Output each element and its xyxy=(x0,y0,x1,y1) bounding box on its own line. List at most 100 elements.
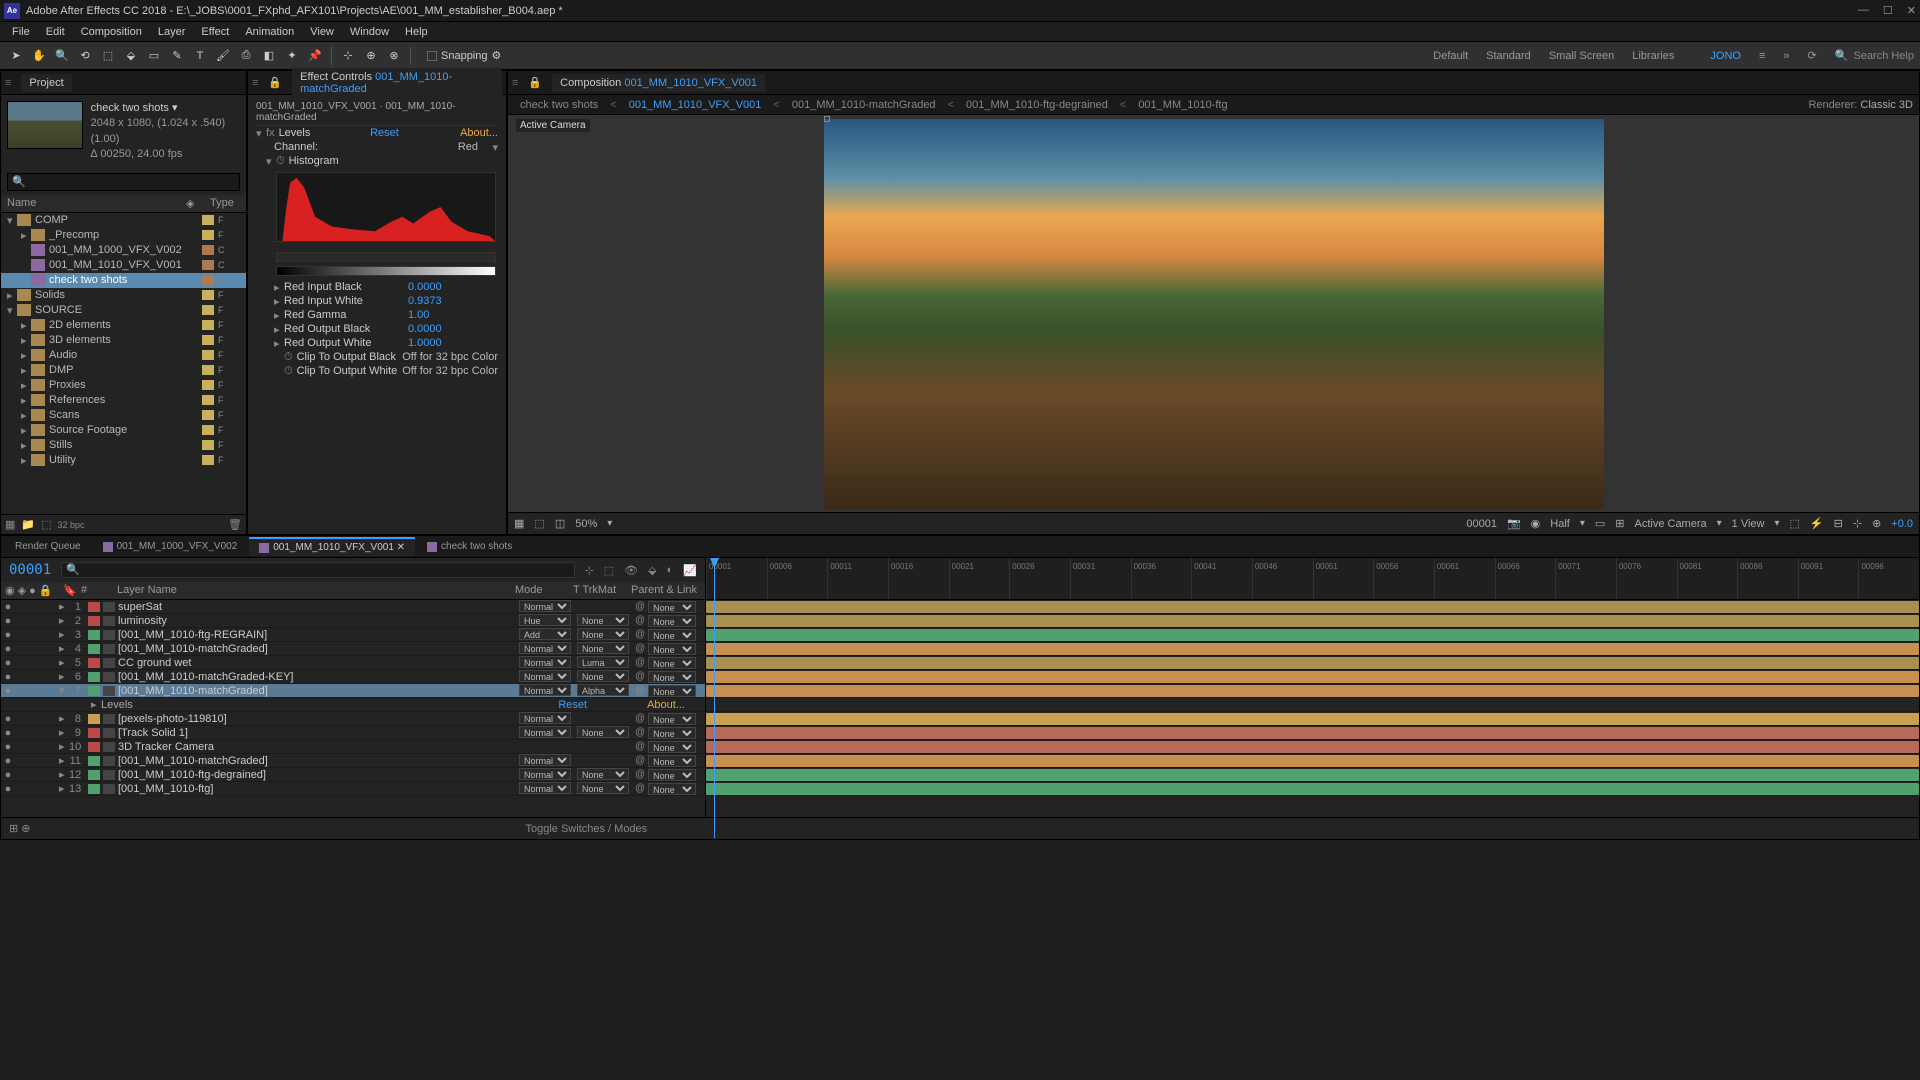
maximize-button[interactable]: ☐ xyxy=(1883,4,1893,17)
new-folder-icon[interactable]: 📁 xyxy=(21,518,35,531)
renderer-dropdown[interactable]: Classic 3D xyxy=(1860,99,1913,111)
pickwhip-icon[interactable]: @ xyxy=(635,783,645,794)
prop-value[interactable]: 0.0000 xyxy=(408,281,498,293)
canvas[interactable] xyxy=(824,119,1604,509)
camera-tool-icon[interactable]: ⬚ xyxy=(98,46,118,66)
project-item[interactable]: ▾COMPF xyxy=(1,213,246,228)
col-parent[interactable]: Parent & Link xyxy=(631,584,701,597)
panel-menu-icon[interactable]: ≡ xyxy=(252,77,258,89)
pan-behind-icon[interactable]: ⬙ xyxy=(121,46,141,66)
col-trkmat[interactable]: T TrkMat xyxy=(573,584,631,597)
visibility-icon[interactable]: ● xyxy=(1,769,15,781)
timeline-tab[interactable]: 001_MM_1010_VFX_V001 ✕ xyxy=(249,537,415,556)
shy-icon[interactable]: 👁 xyxy=(624,564,638,577)
fx-badge-icon[interactable]: fx xyxy=(266,127,275,139)
mode-dropdown[interactable]: Normal xyxy=(519,782,571,794)
layer-row[interactable]: ●▸1superSatNormal@None xyxy=(1,600,705,614)
menu-file[interactable]: File xyxy=(4,26,38,38)
selection-tool-icon[interactable]: ➤ xyxy=(6,46,26,66)
brush-tool-icon[interactable]: 🖌 xyxy=(213,46,233,66)
menu-animation[interactable]: Animation xyxy=(237,26,302,38)
timecode-display[interactable]: 00001 xyxy=(1466,518,1497,530)
workspace-default[interactable]: Default xyxy=(1433,50,1468,62)
project-item[interactable]: ▾SOURCEF xyxy=(1,303,246,318)
world-axis-icon[interactable]: ⊕ xyxy=(361,46,381,66)
layer-row[interactable]: ●▸8[pexels-photo-119810]Normal@None xyxy=(1,712,705,726)
project-item[interactable]: ▸ScansF xyxy=(1,408,246,423)
layer-row[interactable]: ●▸103D Tracker Camera@None xyxy=(1,740,705,754)
puppet-tool-icon[interactable]: 📌 xyxy=(305,46,325,66)
menu-effect[interactable]: Effect xyxy=(193,26,237,38)
trkmat-dropdown[interactable]: None xyxy=(577,768,629,780)
roi-icon[interactable]: ▭ xyxy=(1595,517,1605,530)
selected-comp-name[interactable]: check two shots ▾ xyxy=(91,101,240,116)
trkmat-dropdown[interactable]: None xyxy=(577,628,629,640)
visibility-icon[interactable]: ● xyxy=(1,685,15,697)
expand-props-icon[interactable]: ⊞ ⊕ xyxy=(9,822,31,835)
layer-row[interactable]: ●▸2luminosityHueNone@None xyxy=(1,614,705,628)
mode-dropdown[interactable]: Add xyxy=(519,628,571,640)
view-layout-dropdown[interactable]: 1 View xyxy=(1732,518,1765,530)
effect-about[interactable]: About... xyxy=(460,127,498,139)
layer-list[interactable]: ●▸1superSatNormal@None●▸2luminosityHueNo… xyxy=(1,600,706,817)
transparency-grid-icon[interactable]: ⬚ xyxy=(534,517,544,530)
visibility-icon[interactable]: ● xyxy=(1,629,15,641)
timeline-tab[interactable]: 001_MM_1000_VFX_V002 xyxy=(93,538,248,555)
search-help-input[interactable]: Search Help xyxy=(1853,50,1914,62)
text-tool-icon[interactable]: T xyxy=(190,46,210,66)
prop-dropdown[interactable]: Off for 32 bpc Color xyxy=(402,365,498,377)
orbit-tool-icon[interactable]: ⟲ xyxy=(75,46,95,66)
mask-icon[interactable]: ◫ xyxy=(555,517,565,530)
workspace-libraries[interactable]: Libraries xyxy=(1632,50,1674,62)
menu-edit[interactable]: Edit xyxy=(38,26,73,38)
stopwatch-icon[interactable]: ⏱ xyxy=(276,155,285,168)
pickwhip-icon[interactable]: @ xyxy=(635,685,645,696)
col-name[interactable]: Name xyxy=(7,197,186,210)
rect-tool-icon[interactable]: ▭ xyxy=(144,46,164,66)
menu-composition[interactable]: Composition xyxy=(73,26,150,38)
expand-panel-icon[interactable]: » xyxy=(1783,50,1789,62)
project-item[interactable]: 001_MM_1000_VFX_V002C xyxy=(1,243,246,258)
view-axis-icon[interactable]: ⊗ xyxy=(384,46,404,66)
graph-editor-icon[interactable]: 📈 xyxy=(683,564,697,577)
snapping-toggle[interactable]: Snapping ⚙ xyxy=(427,49,501,62)
new-comp-icon[interactable]: ⬚ xyxy=(41,518,51,531)
timeline-search-input[interactable] xyxy=(61,562,574,578)
layer-row[interactable]: ●▸5CC ground wetNormalLuma@None xyxy=(1,656,705,670)
always-preview-icon[interactable]: ▦ xyxy=(514,517,524,530)
visibility-icon[interactable]: ● xyxy=(1,713,15,725)
histogram-input-slider[interactable] xyxy=(276,252,496,262)
prop-dropdown[interactable]: Off for 32 bpc Color xyxy=(402,351,498,363)
exposure-value[interactable]: +0.0 xyxy=(1891,518,1913,530)
project-item[interactable]: ▸DMPF xyxy=(1,363,246,378)
pickwhip-icon[interactable]: @ xyxy=(635,629,645,640)
mode-dropdown[interactable]: Normal xyxy=(519,600,571,612)
project-item[interactable]: ▸2D elementsF xyxy=(1,318,246,333)
motion-blur-icon[interactable]: ◐ xyxy=(667,564,674,576)
layer-row[interactable]: ●▾7[001_MM_1010-matchGraded]NormalAlpha@… xyxy=(1,684,705,698)
playhead[interactable] xyxy=(714,558,715,838)
lock-icon[interactable]: 🔒 xyxy=(268,76,282,89)
project-item[interactable]: 001_MM_1010_VFX_V001C xyxy=(1,258,246,273)
visibility-icon[interactable]: ● xyxy=(1,657,15,669)
mode-dropdown[interactable]: Normal xyxy=(519,726,571,738)
composition-tab[interactable]: Composition 001_MM_1010_VFX_V001 xyxy=(552,74,765,92)
pickwhip-icon[interactable]: @ xyxy=(635,601,645,612)
pickwhip-icon[interactable]: @ xyxy=(635,643,645,654)
mode-dropdown[interactable]: Normal xyxy=(519,684,571,696)
pickwhip-icon[interactable]: @ xyxy=(635,657,645,668)
visibility-icon[interactable]: ● xyxy=(1,601,15,613)
show-channel-icon[interactable]: ◉ xyxy=(1531,517,1541,530)
mode-dropdown[interactable]: Normal xyxy=(519,754,571,766)
effect-name[interactable]: Levels xyxy=(279,127,371,139)
grid-icon[interactable]: ⊞ xyxy=(1615,517,1624,530)
composition-viewport[interactable]: Active Camera xyxy=(508,115,1919,512)
parent-dropdown[interactable]: None xyxy=(648,601,696,613)
trkmat-dropdown[interactable]: Luma xyxy=(577,656,629,668)
project-item[interactable]: ▸Source FootageF xyxy=(1,423,246,438)
timeline-icon[interactable]: ⊟ xyxy=(1834,517,1843,530)
parent-dropdown[interactable]: None xyxy=(648,769,696,781)
close-button[interactable]: ✕ xyxy=(1907,4,1916,17)
parent-dropdown[interactable]: None xyxy=(648,671,696,683)
menu-window[interactable]: Window xyxy=(342,26,397,38)
